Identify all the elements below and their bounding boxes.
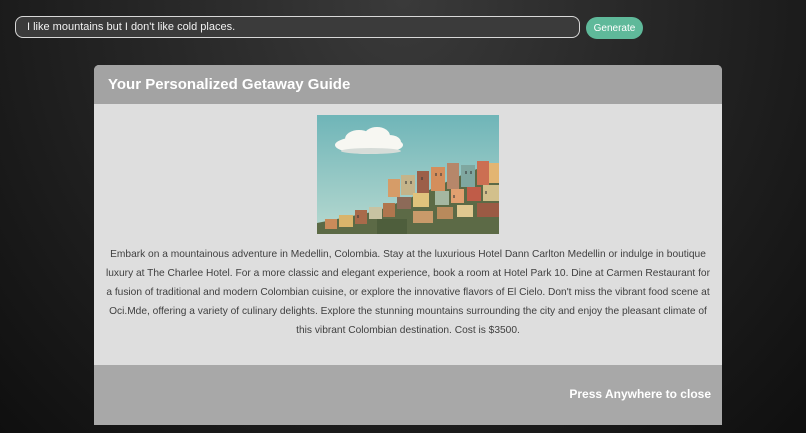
getaway-guide-modal[interactable]: Your Personalized Getaway Guide Embark o… <box>94 65 722 425</box>
modal-body: Embark on a mountainous adventure in Med… <box>94 104 722 365</box>
modal-title: Your Personalized Getaway Guide <box>94 65 722 104</box>
close-hint[interactable]: Press Anywhere to close <box>569 387 711 401</box>
generate-button[interactable]: Generate <box>586 17 643 39</box>
prompt-input[interactable] <box>15 16 580 38</box>
modal-footer[interactable]: Press Anywhere to close <box>94 365 722 425</box>
destination-image <box>317 115 499 234</box>
getaway-description: Embark on a mountainous adventure in Med… <box>105 249 710 336</box>
